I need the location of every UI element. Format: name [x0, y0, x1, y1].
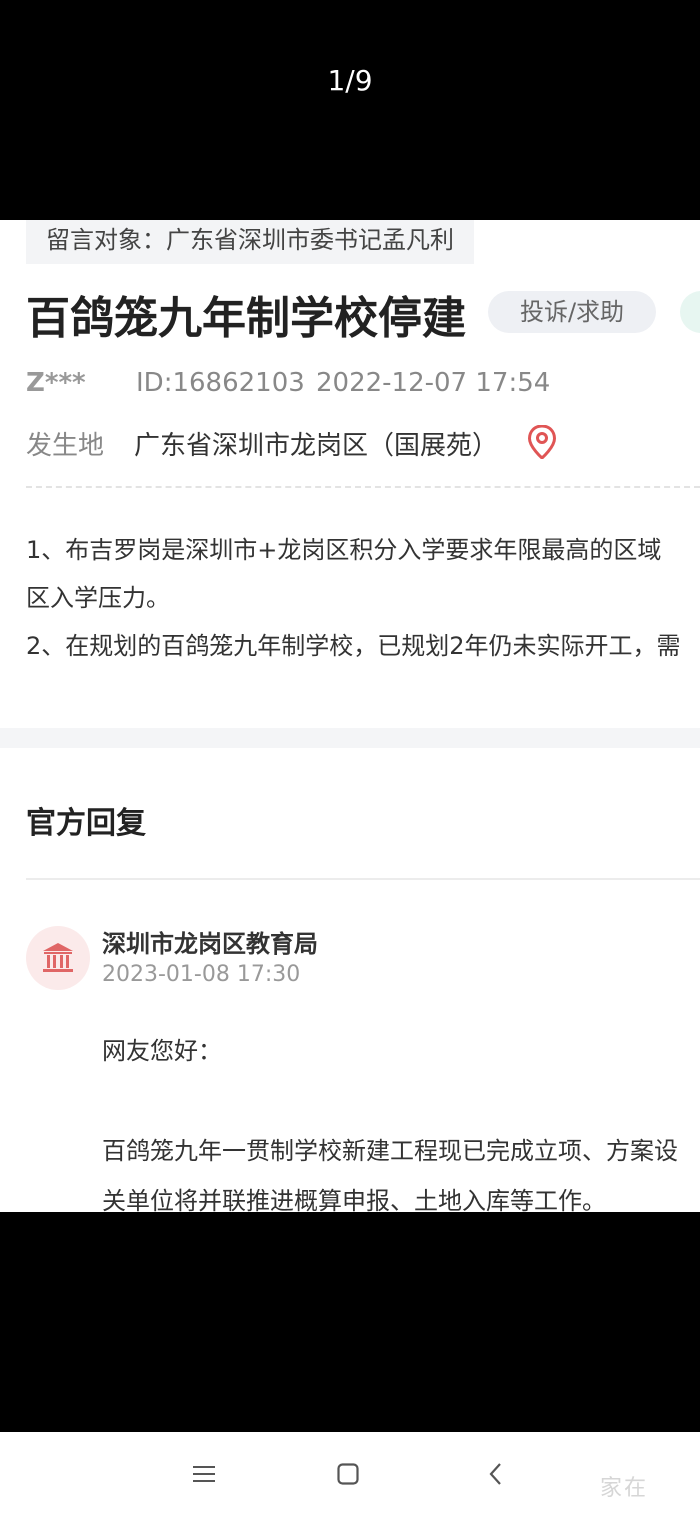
message-target-tag: 留言对象：广东省深圳市委书记孟凡利 [26, 220, 474, 264]
back-button[interactable] [470, 1452, 520, 1496]
watermark: 家在 [600, 1476, 649, 1501]
location-pin-icon [528, 425, 556, 459]
post-paragraph: 1、布吉罗岗是深圳市+龙岗区积分入学要求年限最高的区域 [26, 536, 662, 564]
home-button[interactable] [323, 1452, 373, 1496]
reply-org-name: 深圳市龙岗区教育局 [102, 930, 318, 958]
screenshot-image[interactable]: 留言对象：广东省深圳市委书记孟凡利 百鸽笼九年制学校停建 投诉/求助 Z*** … [0, 220, 700, 1212]
location-value: 广东省深圳市龙岗区（国展苑） [134, 431, 499, 461]
viewer-top-bar: 1/9 [0, 0, 700, 220]
org-avatar [26, 926, 90, 990]
home-square-icon [337, 1463, 359, 1485]
post-paragraph: 区入学压力。 [26, 584, 170, 612]
post-id: ID:16862103 [136, 368, 305, 398]
location-label: 发生地 [26, 431, 105, 461]
secondary-badge [680, 291, 700, 333]
government-building-icon [43, 943, 73, 972]
post-user: Z*** [26, 368, 86, 398]
post-paragraph: 2、在规划的百鸽笼九年制学校，已规划2年仍未实际开工，需 [26, 632, 681, 660]
reply-line: 百鸽笼九年一贯制学校新建工程现已完成立项、方案设 [102, 1137, 678, 1165]
category-badge: 投诉/求助 [488, 291, 656, 333]
reply-greeting: 网友您好： [102, 1037, 222, 1065]
menu-icon [193, 1466, 215, 1482]
system-navigation-bar [0, 1432, 700, 1516]
section-separator [0, 728, 700, 748]
back-chevron-icon [489, 1463, 501, 1485]
post-title: 百鸽笼九年制学校停建 [26, 293, 466, 344]
reply-heading: 官方回复 [26, 806, 146, 841]
reply-date: 2023-01-08 17:30 [102, 962, 301, 987]
reply-line: 关单位将并联推进概算申报、土地入库等工作。 [102, 1187, 606, 1212]
reply-body: 网友您好： 百鸽笼九年一贯制学校新建工程现已完成立项、方案设 关单位将并联推进概… [102, 1026, 700, 1212]
reply-divider [26, 878, 700, 880]
dashed-divider [26, 486, 700, 488]
menu-button[interactable] [179, 1452, 229, 1496]
post-body: 1、布吉罗岗是深圳市+龙岗区积分入学要求年限最高的区域 区入学压力。 2、在规划… [26, 526, 700, 670]
image-counter: 1/9 [327, 64, 373, 97]
post-date: 2022-12-07 17:54 [316, 368, 551, 398]
